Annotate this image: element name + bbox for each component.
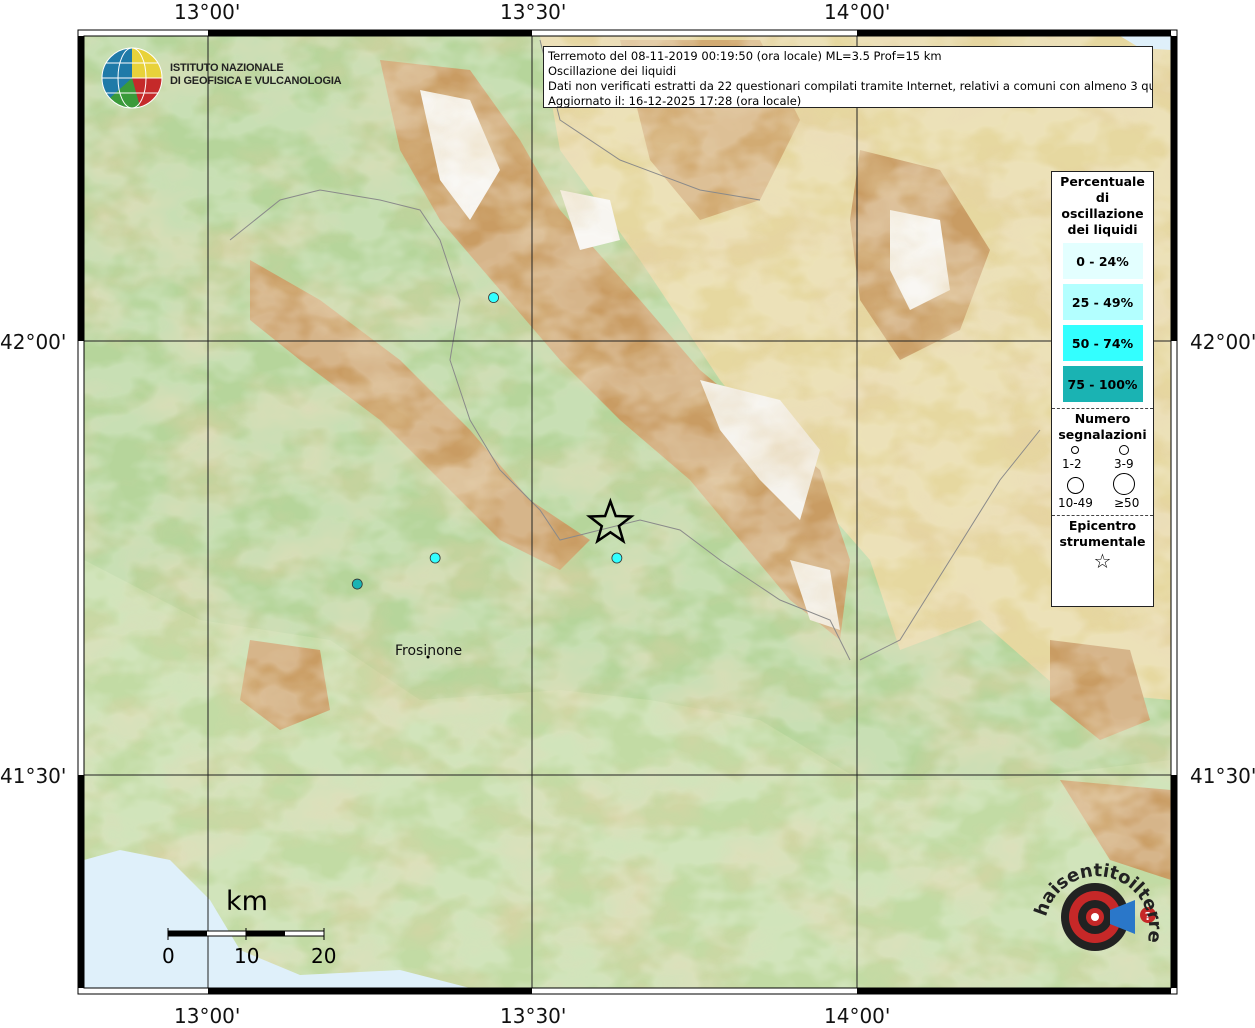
legend-class-1-label: 25 - 49% — [1071, 294, 1134, 310]
lon-tick-bottom-1330: 13°30' — [500, 1004, 567, 1028]
hsit-logo-text: haisentitoilterremoto.it — [1030, 850, 1160, 944]
intensity-point-1 — [429, 552, 441, 564]
legend-class-2-label: 50 - 74% — [1071, 335, 1134, 351]
intensity-point-3 — [611, 552, 623, 564]
scale-unit: km — [226, 886, 268, 917]
ingv-line2: DI GEOFISICA E VULCANOLOGIA — [170, 75, 342, 87]
legend-class-0-label: 0 - 24% — [1076, 253, 1129, 269]
intensity-point-2 — [351, 578, 363, 590]
lat-tick-left-4130: 41°30' — [0, 764, 67, 788]
svg-text:haisentitoilterremoto.it: haisentitoilterremoto.it — [1030, 850, 1160, 944]
count-class-3: ≥50 — [1114, 496, 1140, 510]
size-circle-3 — [1067, 477, 1084, 494]
size-circle-1 — [1071, 446, 1079, 454]
lon-tick-bottom-1400: 14°00' — [824, 1004, 891, 1028]
size-circle-2 — [1119, 445, 1129, 455]
epicenter-title: Epicentro strumentale — [1059, 518, 1146, 549]
updated-line: Aggiornato il: 16-12-2025 17:28 (ora loc… — [548, 94, 802, 108]
lat-tick-right-4130: 41°30' — [1190, 764, 1255, 788]
ingv-logo-text: ISTITUTO NAZIONALE DI GEOFISICA E VULCAN… — [170, 62, 342, 88]
lat-tick-left-4200: 42°00' — [0, 330, 67, 354]
ingv-logo-icon — [101, 47, 163, 109]
intensity-point-0 — [488, 292, 499, 304]
city-label-frosinone: Frosinone — [395, 643, 463, 659]
legend-title: Percentuale di oscillazione dei liquidi — [1060, 174, 1145, 237]
lon-tick-top-1330: 13°30' — [500, 0, 567, 24]
count-title: Numero segnalazioni — [1058, 411, 1147, 442]
count-class-0: 1-2 — [1062, 457, 1082, 471]
epicenter-legend-icon: ☆ — [1093, 549, 1112, 573]
scale-tick-20: 20 — [311, 944, 337, 968]
legend-class-2: 50 - 74% — [1062, 325, 1143, 361]
ingv-line1: ISTITUTO NAZIONALE — [170, 62, 284, 74]
event-info-box: Terremoto del 08-11-2019 00:19:50 (ora l… — [543, 46, 1153, 108]
event-line: Terremoto del 08-11-2019 00:19:50 (ora l… — [548, 49, 942, 63]
legend: Percentuale di oscillazione dei liquidi … — [1051, 171, 1154, 607]
count-class-1: 3-9 — [1114, 457, 1134, 471]
scale-tick-0: 0 — [162, 944, 175, 968]
legend-class-1: 25 - 49% — [1062, 284, 1143, 320]
size-circle-4 — [1113, 473, 1135, 495]
lat-tick-right-4200: 42°00' — [1190, 330, 1255, 354]
legend-class-3: 75 - 100% — [1062, 366, 1143, 402]
lon-tick-top-1400: 14°00' — [824, 0, 891, 24]
legend-class-3-label: 75 - 100% — [1067, 376, 1138, 392]
count-sizes: 1-2 3-9 10-49 ≥50 — [1052, 443, 1153, 513]
lon-tick-top-1300: 13°00' — [174, 0, 241, 24]
lon-tick-bottom-1300: 13°00' — [174, 1004, 241, 1028]
legend-class-0: 0 - 24% — [1062, 243, 1143, 279]
count-class-2: 10-49 — [1058, 496, 1093, 510]
measure-line: Oscillazione dei liquidi — [548, 64, 677, 78]
scale-tick-10: 10 — [234, 944, 260, 968]
data-note-line: Dati non verificati estratti da 22 quest… — [548, 79, 1153, 93]
